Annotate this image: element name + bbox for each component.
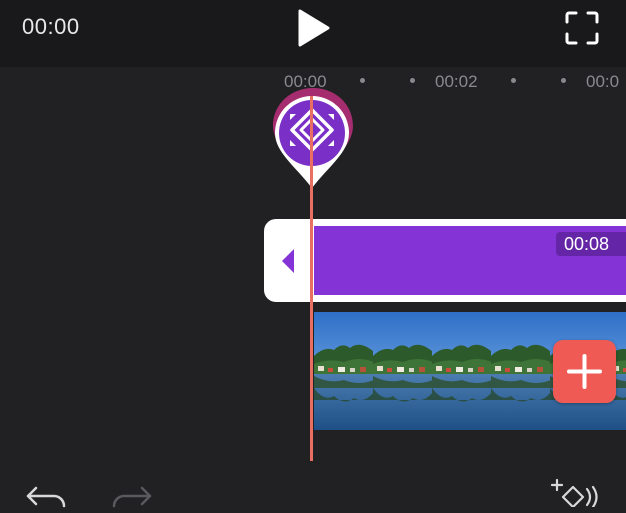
play-icon [298, 9, 330, 47]
ruler-tick [561, 78, 566, 83]
plus-icon [567, 354, 602, 389]
selected-clip[interactable]: 00:08 [314, 219, 626, 302]
playhead[interactable] [310, 96, 313, 461]
ruler-tick [360, 78, 365, 83]
clip-body: 00:08 [314, 226, 626, 295]
fullscreen-icon [565, 11, 599, 45]
current-time: 00:00 [22, 14, 80, 39]
fullscreen-button[interactable] [564, 10, 600, 46]
ruler-tick [511, 78, 516, 83]
undo-icon [26, 486, 66, 508]
redo-button[interactable] [110, 486, 154, 508]
player-top-bar: 00:00 [0, 0, 626, 67]
undo-button[interactable] [24, 486, 68, 508]
ruler-tick [410, 78, 415, 83]
keyframe-diamond-icon [273, 88, 353, 188]
play-button[interactable] [296, 9, 332, 47]
add-keyframe-button[interactable] [549, 478, 603, 509]
chevron-left-icon [282, 249, 294, 273]
clip-duration-badge: 00:08 [556, 232, 626, 256]
add-clip-button[interactable] [553, 340, 616, 403]
add-keyframe-icon [550, 478, 598, 509]
ruler-label: 00:02 [435, 72, 478, 91]
keyframe-marker[interactable] [271, 86, 355, 190]
ruler-label: 00:0 [586, 72, 620, 91]
redo-icon [112, 486, 152, 508]
